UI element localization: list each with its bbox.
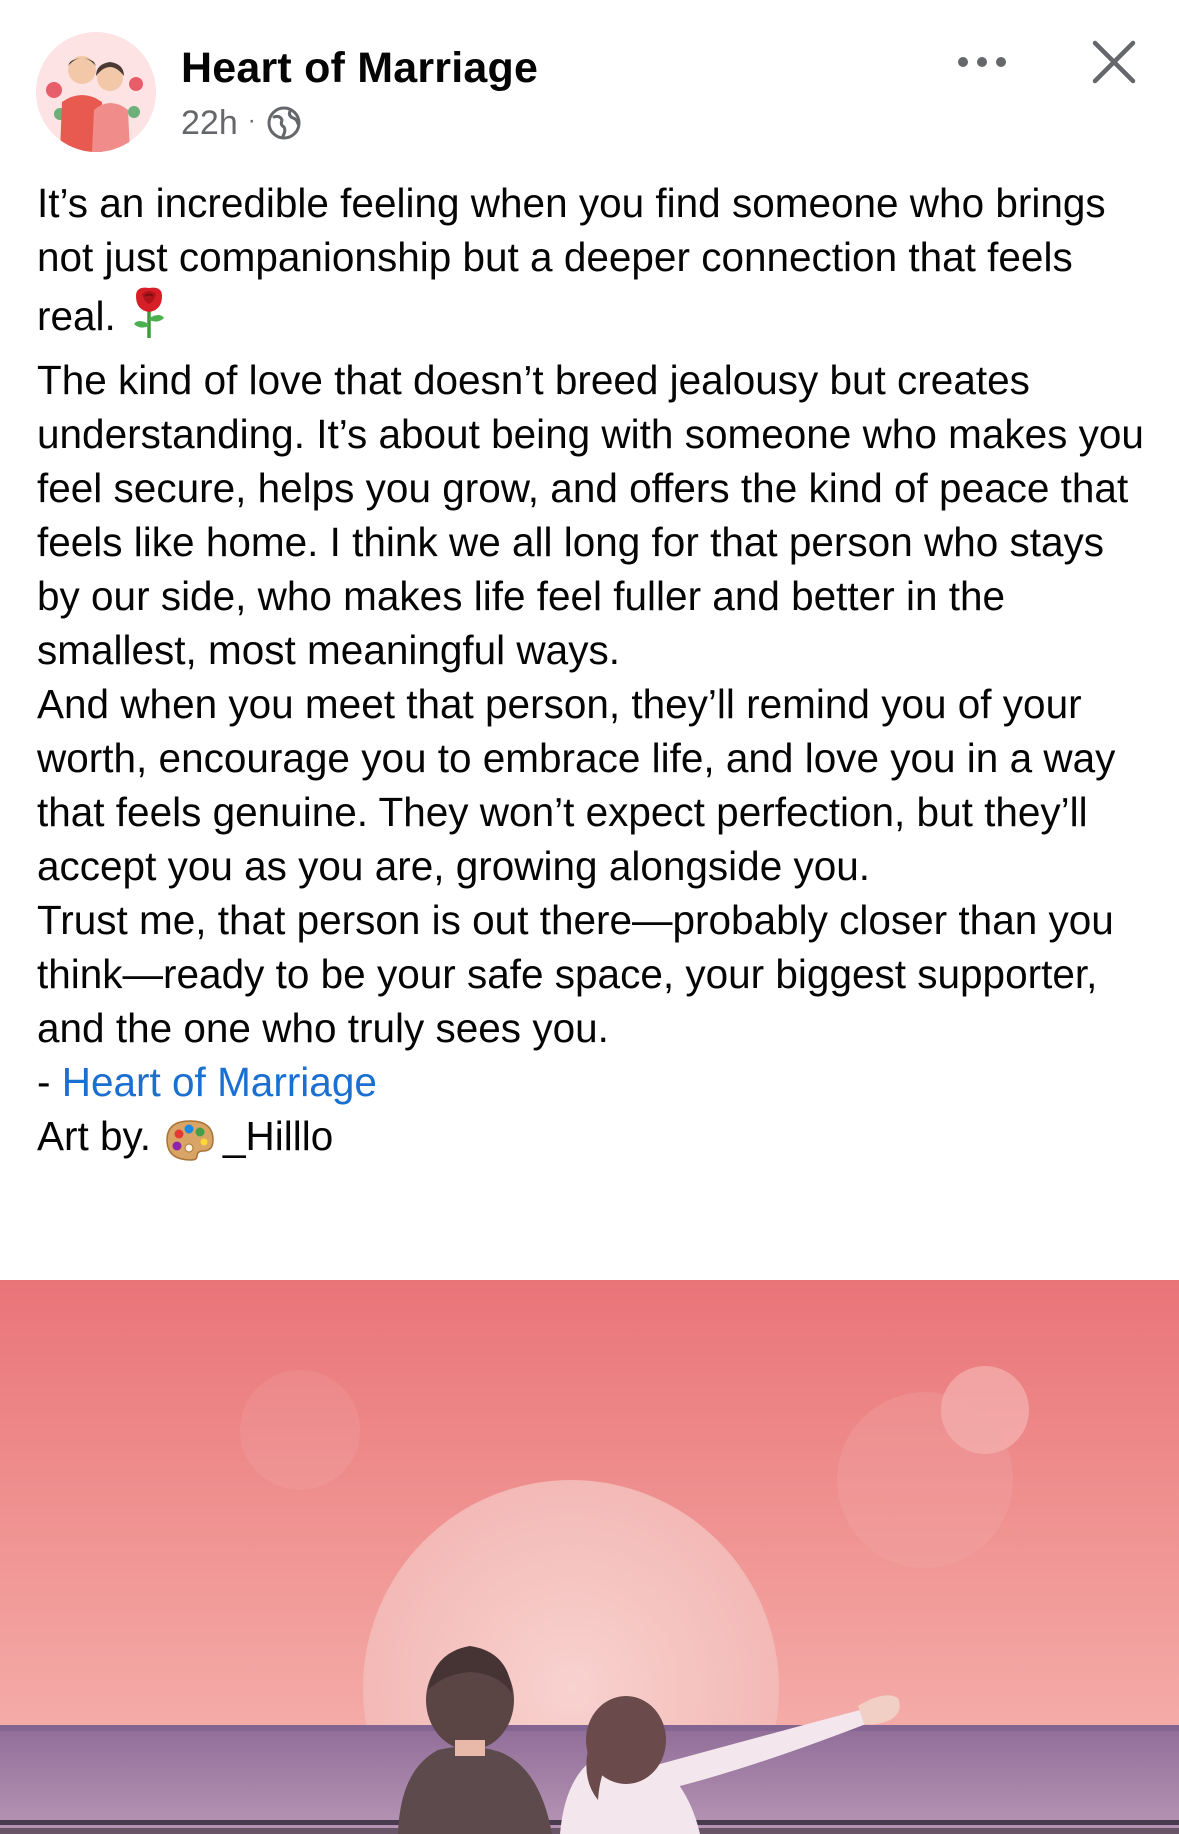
- post-header: Heart of Marriage 22h ·: [0, 0, 1179, 160]
- more-options-button[interactable]: [950, 40, 1014, 84]
- post-paragraph: The kind of love that doesn’t breed jeal…: [37, 357, 1144, 673]
- close-button[interactable]: [1084, 32, 1144, 92]
- art-credit: _Hilllo: [223, 1113, 334, 1159]
- post-paragraph-text: It’s an incredible feeling when you find…: [37, 180, 1106, 339]
- post-text: It’s an incredible feeling when you find…: [37, 176, 1157, 1175]
- rose-emoji: [126, 284, 172, 353]
- post-paragraph: Trust me, that person is out there—proba…: [37, 897, 1114, 1051]
- more-horizontal-icon: [958, 57, 1006, 67]
- post-image[interactable]: [0, 1280, 1179, 1834]
- signature-line: - Heart of Marriage: [37, 1055, 1157, 1109]
- signature-prefix: -: [37, 1059, 62, 1105]
- post-timestamp[interactable]: 22h: [181, 104, 238, 143]
- post-paragraph: It’s an incredible feeling when you find…: [37, 176, 1157, 353]
- art-credit-line: Art by. _Hilllo: [37, 1109, 1157, 1175]
- page-avatar[interactable]: [36, 32, 156, 152]
- post-paragraph: And when you meet that person, they’ll r…: [37, 681, 1116, 889]
- close-icon: [1092, 40, 1136, 84]
- meta-separator: ·: [247, 107, 256, 134]
- facebook-post: Heart of Marriage 22h · It’s an incredib…: [0, 0, 1179, 1834]
- globe-icon: [266, 105, 302, 141]
- artist-palette-emoji: [165, 1118, 215, 1175]
- signature-link[interactable]: Heart of Marriage: [62, 1059, 377, 1105]
- art-prefix: Art by.: [37, 1113, 152, 1159]
- page-name[interactable]: Heart of Marriage: [181, 44, 538, 93]
- post-meta: 22h ·: [181, 100, 302, 146]
